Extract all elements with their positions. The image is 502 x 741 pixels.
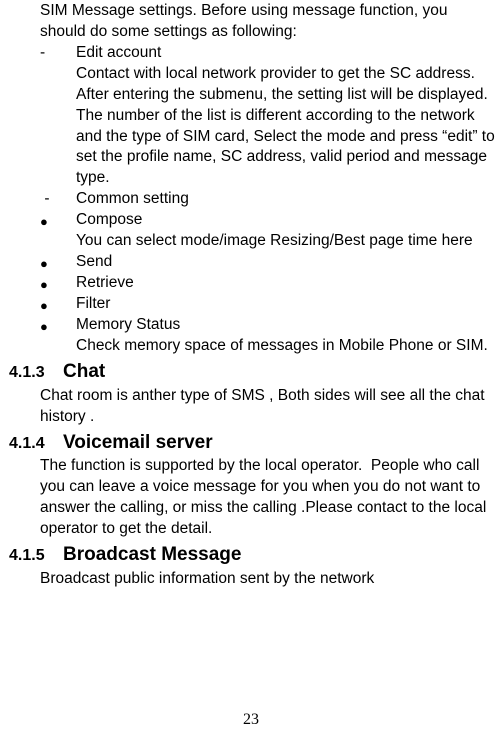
memory-status-title: Memory Status: [76, 315, 496, 336]
section-4-1-4-body: The function is supported by the local o…: [40, 456, 496, 540]
item-filter: ● Filter: [40, 294, 496, 315]
edit-account-title: Edit account: [76, 43, 496, 64]
page-number: 23: [0, 709, 502, 731]
heading-number: 4.1.4: [6, 433, 63, 455]
item-send: ● Send: [40, 252, 496, 273]
heading-number: 4.1.3: [6, 362, 63, 384]
item-memory-status: ● Memory Status: [40, 315, 496, 336]
edit-account-desc: Contact with local network provider to g…: [76, 64, 496, 190]
section-4-1-3-body: Chat room is anther type of SMS , Both s…: [40, 386, 496, 428]
memory-status-desc: Check memory space of messages in Mobile…: [76, 336, 496, 357]
compose-desc: You can select mode/image Resizing/Best …: [76, 231, 496, 252]
retrieve-title: Retrieve: [76, 273, 496, 294]
item-retrieve: ● Retrieve: [40, 273, 496, 294]
compose-title: Compose: [76, 210, 496, 231]
item-common-setting: - Common setting: [40, 189, 496, 210]
dash-marker: -: [40, 189, 76, 210]
heading-title: Broadcast Message: [63, 542, 241, 568]
dash-marker: -: [40, 43, 76, 64]
bullet-icon: ●: [40, 253, 76, 274]
common-setting-title: Common setting: [76, 189, 496, 210]
settings-list: - Edit account Contact with local networ…: [40, 43, 496, 357]
section-4-1-5-body: Broadcast public information sent by the…: [40, 569, 496, 590]
heading-title: Voicemail server: [63, 430, 213, 456]
heading-title: Chat: [63, 359, 105, 385]
heading-4-1-4: 4.1.4 Voicemail server: [6, 430, 496, 456]
bullet-icon: ●: [40, 295, 76, 316]
bullet-icon: ●: [40, 316, 76, 337]
send-title: Send: [76, 252, 496, 273]
heading-4-1-5: 4.1.5 Broadcast Message: [6, 542, 496, 568]
filter-title: Filter: [76, 294, 496, 315]
page-content: SIM Message settings. Before using messa…: [0, 0, 502, 741]
bullet-icon: ●: [40, 211, 76, 232]
item-compose: ● Compose: [40, 210, 496, 231]
item-edit-account: - Edit account: [40, 43, 496, 64]
bullet-icon: ●: [40, 274, 76, 295]
heading-number: 4.1.5: [6, 545, 63, 567]
heading-4-1-3: 4.1.3 Chat: [6, 359, 496, 385]
intro-paragraph: SIM Message settings. Before using messa…: [40, 1, 496, 43]
